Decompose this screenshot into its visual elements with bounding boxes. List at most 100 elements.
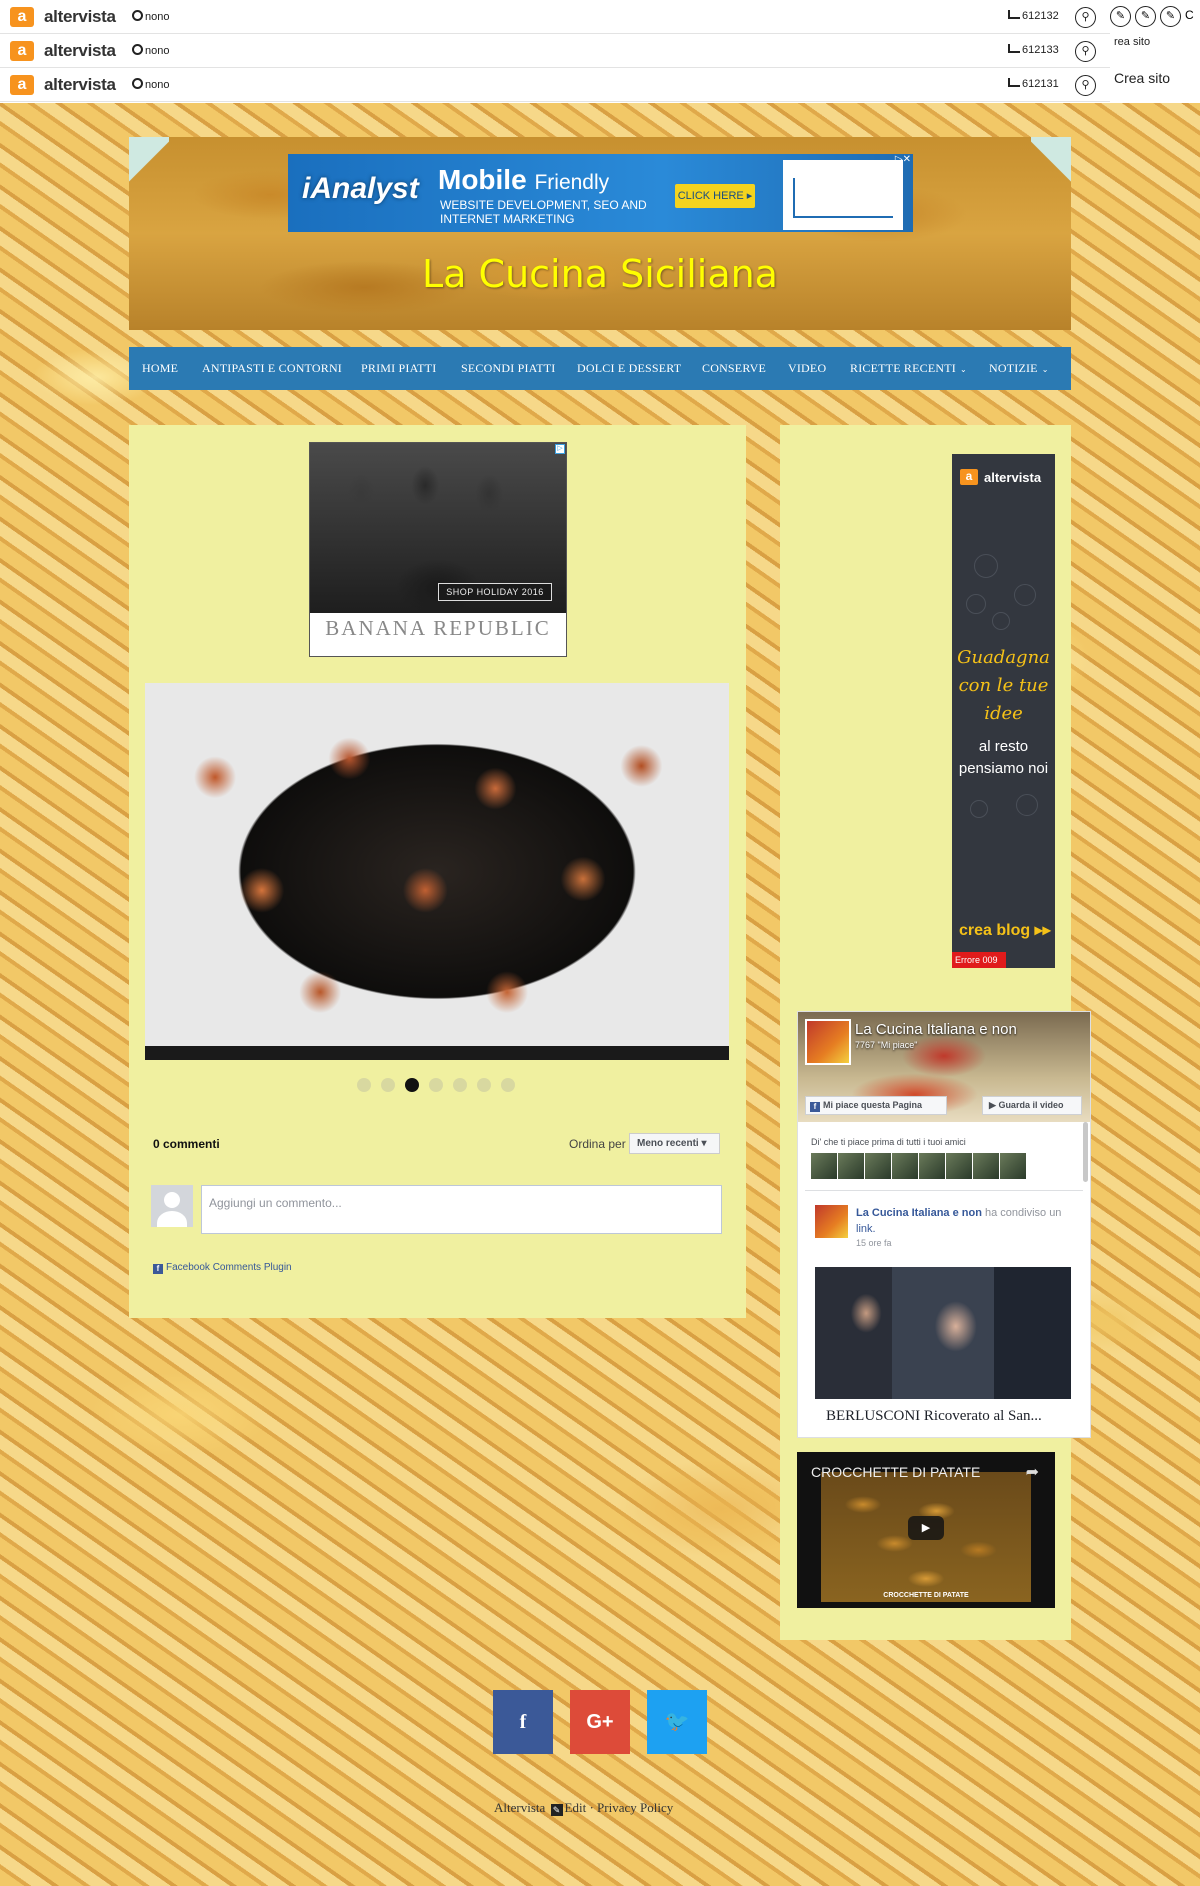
friend-avatar[interactable] xyxy=(946,1153,972,1179)
crea-sito-partial[interactable]: C xyxy=(1185,8,1194,22)
fb-post-author-thumbnail[interactable] xyxy=(815,1205,848,1238)
slider-dot-active[interactable] xyxy=(405,1078,419,1092)
heart-icon xyxy=(1014,584,1036,606)
friend-avatar[interactable] xyxy=(865,1153,891,1179)
fb-watch-video-button[interactable]: ▶ Guarda il video xyxy=(982,1096,1082,1115)
chart-icon xyxy=(1008,78,1020,87)
video-icon: ▶ xyxy=(989,1100,996,1110)
friend-avatar[interactable] xyxy=(1000,1153,1026,1179)
friend-avatar[interactable] xyxy=(892,1153,918,1179)
video-title[interactable]: CROCCHETTE DI PATATE xyxy=(811,1464,980,1480)
slider-dot[interactable] xyxy=(501,1078,515,1092)
nav-conserve[interactable]: CONSERVE xyxy=(702,347,766,390)
fb-post-link[interactable]: link. xyxy=(856,1223,876,1235)
slider-dot[interactable] xyxy=(453,1078,467,1092)
nav-ricette-recenti[interactable]: RICETTE RECENTI ⌄ xyxy=(850,347,967,390)
fb-post-image[interactable] xyxy=(815,1267,1071,1399)
comments-count: 0 commenti xyxy=(153,1137,220,1151)
doodle-icon xyxy=(970,800,988,818)
user-link[interactable]: nono xyxy=(132,44,169,57)
nav-video[interactable]: VIDEO xyxy=(788,347,826,390)
adchoices-icon[interactable]: ▷ xyxy=(555,444,565,454)
sidebar: a altervista Guadagna con le tue idee al… xyxy=(780,425,1091,1640)
nav-dolci[interactable]: DOLCI E DESSERT xyxy=(577,347,681,390)
altervista-bar: a altervista nono 612131 ⚲ xyxy=(0,68,1110,102)
ad-tag: SHOP HOLIDAY 2016 xyxy=(438,583,552,601)
user-link[interactable]: nono xyxy=(132,10,169,23)
footer-privacy-link[interactable]: Privacy Policy xyxy=(597,1800,673,1815)
crea-sito-button[interactable]: Crea sito xyxy=(1114,70,1170,86)
friend-avatar[interactable] xyxy=(973,1153,999,1179)
altervista-toolbars: a altervista nono 612132 ⚲ a altervista … xyxy=(0,0,1200,103)
stats-value: 612132 xyxy=(1022,10,1059,22)
twitter-share-button[interactable]: 🐦 xyxy=(647,1690,707,1754)
crea-blog-button[interactable]: crea blog ▸▸ xyxy=(959,920,1051,940)
nav-secondi[interactable]: SECONDI PIATTI xyxy=(461,347,555,390)
altervista-logo-icon[interactable]: a xyxy=(10,75,34,95)
user-link[interactable]: nono xyxy=(132,78,169,91)
sort-select[interactable]: Meno recenti ▾ xyxy=(629,1133,720,1154)
fb-friends-text: Di' che ti piace prima di tutti i tuoi a… xyxy=(811,1137,966,1147)
footer-altervista-link[interactable]: Altervista xyxy=(494,1800,545,1815)
search-icon[interactable]: ⚲ xyxy=(1075,7,1096,28)
site-header: iAnalyst Mobile Friendly WEBSITE DEVELOP… xyxy=(129,137,1071,330)
stats-counter[interactable]: 612133 xyxy=(1008,44,1059,56)
site-title[interactable]: La Cucina Siciliana xyxy=(129,252,1071,296)
nav-home[interactable]: HOME xyxy=(142,347,178,390)
fb-cover-image[interactable]: La Cucina Italiana e non 7767 "Mi piace"… xyxy=(798,1012,1090,1122)
crea-sito-small[interactable]: rea sito xyxy=(1114,36,1150,48)
fb-like-page-button[interactable]: f Mi piace questa Pagina xyxy=(805,1096,947,1115)
banana-republic-ad[interactable]: SHOP HOLIDAY 2016 BANANA REPUBLIC ▷ xyxy=(309,442,567,657)
fb-post-author[interactable]: La Cucina Italiana e non xyxy=(856,1207,982,1219)
altervista-logo-text[interactable]: altervista xyxy=(44,75,116,95)
slider-dot[interactable] xyxy=(477,1078,491,1092)
altervista-logo-icon[interactable]: a xyxy=(10,41,34,61)
stats-counter[interactable]: 612132 xyxy=(1008,10,1059,22)
pencil-icon[interactable]: ✎ xyxy=(1135,6,1156,27)
footer-edit-link[interactable]: Edit xyxy=(565,1800,587,1815)
altervista-bar: a altervista nono 612133 ⚲ xyxy=(0,34,1110,68)
friend-avatar[interactable] xyxy=(838,1153,864,1179)
comment-input[interactable]: Aggiungi un commento... xyxy=(201,1185,722,1234)
nav-primi[interactable]: PRIMI PIATTI xyxy=(361,347,436,390)
edit-icon[interactable]: ✎ xyxy=(550,1804,563,1816)
slider-dot[interactable] xyxy=(429,1078,443,1092)
nav-notizie[interactable]: NOTIZIE ⌄ xyxy=(989,347,1049,390)
adchoices-close-icon[interactable]: ▷✕ xyxy=(895,154,911,165)
chevron-down-icon: ⌄ xyxy=(1041,365,1049,374)
video-embed[interactable]: CROCCHETTE DI PATATE ➦ ▶ CROCCHETTE DI P… xyxy=(797,1452,1055,1608)
header-ad-banner[interactable]: iAnalyst Mobile Friendly WEBSITE DEVELOP… xyxy=(288,154,913,232)
pencil-icon[interactable]: ✎ xyxy=(1160,6,1181,27)
fb-post-title[interactable]: BERLUSCONI Ricoverato al San... xyxy=(826,1408,1042,1425)
chart-icon xyxy=(1008,10,1020,19)
fb-post-time[interactable]: 15 ore fa xyxy=(856,1238,892,1248)
stats-counter[interactable]: 612131 xyxy=(1008,78,1059,90)
facebook-share-button[interactable]: f xyxy=(493,1690,553,1754)
google-plus-share-button[interactable]: G+ xyxy=(570,1690,630,1754)
fb-page-thumbnail[interactable] xyxy=(805,1019,851,1065)
friend-avatar[interactable] xyxy=(811,1153,837,1179)
recipe-slider-image[interactable] xyxy=(145,683,729,1060)
facebook-comments-plugin-link[interactable]: f Facebook Comments Plugin xyxy=(153,1262,292,1274)
play-button-icon[interactable]: ▶ xyxy=(908,1516,944,1540)
altervista-logo-text[interactable]: altervista xyxy=(44,7,116,27)
ad-click-button[interactable]: CLICK HERE ▸ xyxy=(675,184,755,208)
ad-subline: WEBSITE DEVELOPMENT, SEO AND xyxy=(440,198,647,212)
altervista-logo-icon[interactable]: a xyxy=(10,7,34,27)
slider-dot[interactable] xyxy=(357,1078,371,1092)
nav-antipasti[interactable]: ANTIPASTI E CONTORNI xyxy=(202,347,342,390)
search-icon[interactable]: ⚲ xyxy=(1075,75,1096,96)
slider-dot[interactable] xyxy=(381,1078,395,1092)
ad-device-image xyxy=(783,160,903,230)
altervista-logo-text[interactable]: altervista xyxy=(44,41,116,61)
fb-page-name[interactable]: La Cucina Italiana e non xyxy=(855,1021,1017,1038)
scrollbar[interactable] xyxy=(1083,1122,1088,1182)
fb-page-likes: 7767 "Mi piace" xyxy=(855,1040,918,1050)
altervista-ad[interactable]: a altervista Guadagna con le tue idee al… xyxy=(952,454,1055,968)
share-icon[interactable]: ➦ xyxy=(1026,1462,1039,1482)
search-icon[interactable]: ⚲ xyxy=(1075,41,1096,62)
stats-value: 612131 xyxy=(1022,78,1059,90)
pencil-icon[interactable]: ✎ xyxy=(1110,6,1131,27)
friend-avatar[interactable] xyxy=(919,1153,945,1179)
slider-dots xyxy=(357,1078,525,1097)
